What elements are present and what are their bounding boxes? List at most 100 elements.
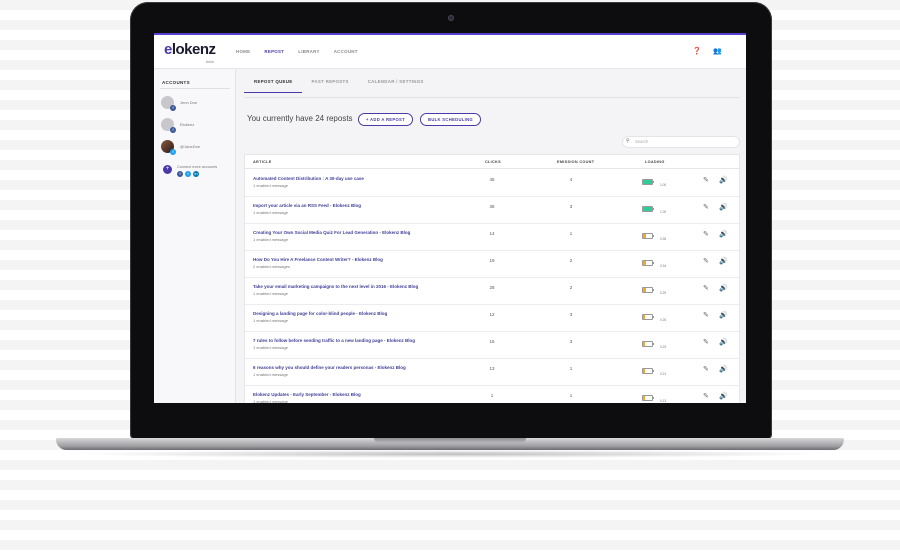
table-row[interactable]: Creating Your Own Social Media Quiz For … [245,224,739,251]
logo-sub: beta [206,59,214,64]
col-article[interactable]: ARTICLE [253,160,272,164]
emission-count-value: 1 [569,393,573,398]
linkedin-icon[interactable]: in [193,171,199,177]
speaker-icon[interactable]: 🔊 [719,392,728,400]
edit-icon[interactable]: ✎ [703,365,709,373]
laptop-shadow [70,450,830,458]
article-title-link[interactable]: Designing a landing page for color-blind… [253,311,387,316]
article-title-link[interactable]: How Do You Hire A Freelance Content Writ… [253,257,383,262]
article-title-link[interactable]: Automated Content Distribution : A 30-da… [253,176,364,181]
table-row[interactable]: Elokenz Updates - Early September - Elok… [245,386,739,403]
loading-fill [643,207,652,211]
avatar: t [161,140,176,155]
clicks-value: 36 [489,204,495,209]
col-emission-count[interactable]: EMISSION COUNT [557,160,594,164]
facebook-icon[interactable]: f [177,171,183,177]
loading-battery-icon [642,233,654,239]
article-title-link[interactable]: 7 rules to follow before sending traffic… [253,338,415,343]
bulk-scheduling-button[interactable]: BULK SCHEDULING [420,113,481,126]
nav-library[interactable]: LIBRARY [298,49,319,54]
account-item[interactable]: f Elokenz [161,118,195,133]
tab-repost-queue[interactable]: REPOST QUEUE [244,79,302,93]
logo-letter: e [164,41,172,58]
loading-battery-icon [642,287,654,293]
logo[interactable]: elokenz beta [164,41,216,64]
connect-accounts[interactable]: + Connect more accounts f t in [163,165,217,177]
account-item[interactable]: f Jenn Doe [161,96,197,111]
table-row[interactable]: Designing a landing page for color-blind… [245,305,739,332]
loading-fill [643,261,647,265]
enabled-messages: 1 enabled message [253,399,288,403]
col-clicks[interactable]: CLICKS [485,160,501,164]
edit-icon[interactable]: ✎ [703,311,709,319]
speaker-icon[interactable]: 🔊 [719,230,728,238]
speaker-icon[interactable]: 🔊 [719,257,728,265]
speaker-icon[interactable]: 🔊 [719,365,728,373]
enabled-messages: 2 enabled messages [253,264,290,269]
laptop-notch [374,438,526,443]
connect-text: Connect more accounts [177,165,218,169]
article-title-link[interactable]: Elokenz Updates - Early September - Elok… [253,392,361,397]
table-row[interactable]: Take your email marketing campaigns to t… [245,278,739,305]
edit-icon[interactable]: ✎ [703,284,709,292]
loading-fill [643,396,645,400]
loading-battery-icon [642,314,654,320]
twitter-icon[interactable]: t [185,171,191,177]
table-row[interactable]: Import your article via an RSS Feed - El… [245,197,739,224]
add-repost-button[interactable]: + ADD A REPOST [358,113,413,126]
search-input[interactable]: Search [622,136,740,148]
emission-count-value: 3 [569,312,573,317]
enabled-messages: 1 enabled message [253,372,288,377]
avatar: f [161,96,176,111]
edit-icon[interactable]: ✎ [703,203,709,211]
speaker-icon[interactable]: 🔊 [719,338,728,346]
accounts-sidebar: ACCOUNTS f Jenn Doe f Elokenz t @JaneDoe… [154,70,236,403]
edit-icon[interactable]: ✎ [703,338,709,346]
article-title-link[interactable]: Import your article via an RSS Feed - El… [253,203,361,208]
enabled-messages: 1 enabled message [253,318,288,323]
plus-icon[interactable]: + [163,165,172,174]
loading-battery-icon [642,368,654,374]
table-row[interactable]: 6 reasons why you should define your rea… [245,359,739,386]
edit-icon[interactable]: ✎ [703,230,709,238]
enabled-messages: 1 enabled message [253,345,288,350]
sidebar-divider [160,88,230,89]
loading-value: 1.00 [660,210,667,214]
speaker-icon[interactable]: 🔊 [719,176,728,184]
edit-icon[interactable]: ✎ [703,257,709,265]
help-icon[interactable]: ❓ [693,47,702,55]
loading-battery-icon [642,341,654,347]
account-name: Elokenz [180,122,195,127]
tabs-divider [244,97,740,98]
speaker-icon[interactable]: 🔊 [719,284,728,292]
emission-count-value: 1 [569,366,573,371]
col-loading[interactable]: LOADING [645,160,665,164]
loading-value: 0.21 [660,372,667,376]
speaker-icon[interactable]: 🔊 [719,203,728,211]
loading-value: 0.25 [660,318,667,322]
loading-value: 0.23 [660,345,667,349]
table-row[interactable]: Automated Content Distribution : A 30-da… [245,170,739,197]
nav-home[interactable]: HOME [236,49,250,54]
emission-count-value: 2 [569,258,573,263]
edit-icon[interactable]: ✎ [703,176,709,184]
nav-repost[interactable]: REPOST [264,49,284,54]
article-title-link[interactable]: 6 reasons why you should define your rea… [253,365,406,370]
article-title-link[interactable]: Take your email marketing campaigns to t… [253,284,418,289]
facebook-icon: f [170,105,176,111]
emission-count-value: 3 [569,339,573,344]
tab-past-reposts[interactable]: PAST REPOSTS [302,79,358,93]
top-icons: ❓ 👥 [693,47,722,55]
article-title-link[interactable]: Creating Your Own Social Media Quiz For … [253,230,410,235]
avatar: f [161,118,176,133]
users-icon[interactable]: 👥 [713,47,722,55]
repost-count: You currently have 24 reposts [247,114,353,123]
edit-icon[interactable]: ✎ [703,392,709,400]
nav-account[interactable]: ACCOUNT [334,49,358,54]
speaker-icon[interactable]: 🔊 [719,311,728,319]
logo-text: lokenz [171,41,216,58]
account-item[interactable]: t @JaneDoe [161,140,200,155]
tab-calendar-settings[interactable]: CALENDAR / SETTINGS [358,79,433,93]
table-row[interactable]: How Do You Hire A Freelance Content Writ… [245,251,739,278]
table-row[interactable]: 7 rules to follow before sending traffic… [245,332,739,359]
